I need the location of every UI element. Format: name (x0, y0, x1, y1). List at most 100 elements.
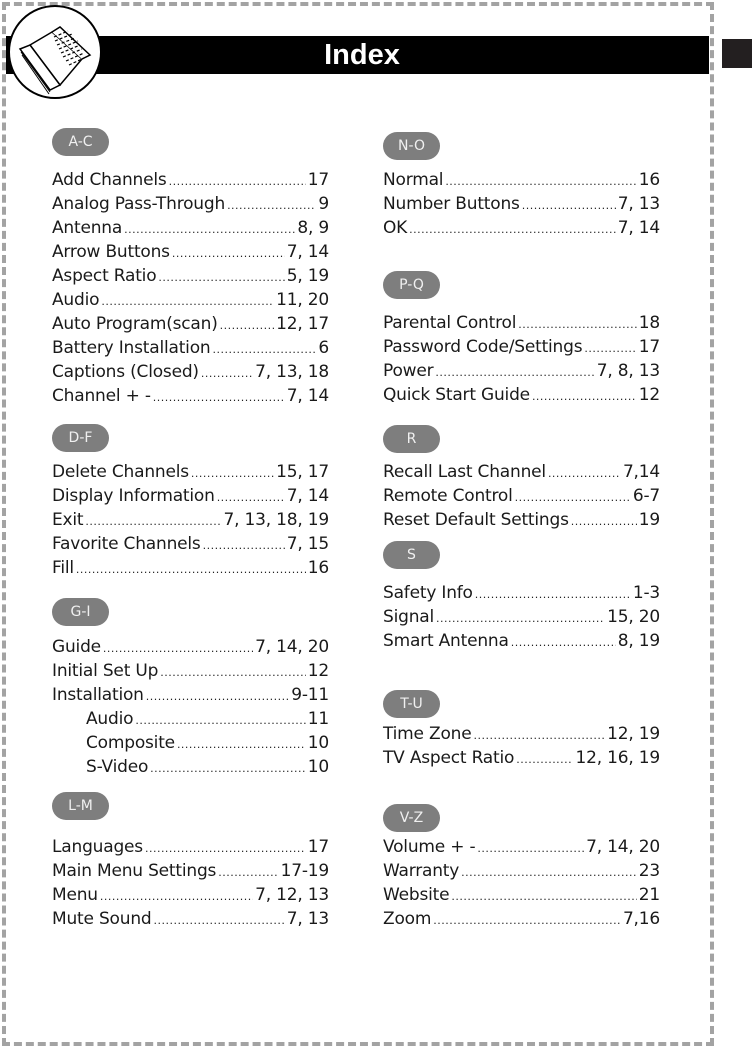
index-entry-list: Safety Info 1-3 Signal 15, 20 Smart Antenna 8… (383, 581, 660, 653)
entry-term: Mute Sound (52, 909, 152, 929)
index-entry: Guide 7, 14, 20 (52, 635, 329, 659)
section-letter-badge: T-U (383, 690, 440, 718)
dot-leader (169, 170, 306, 194)
entry-term: Main Menu Settings (52, 861, 217, 881)
entry-page-numbers: 7, 14, 20 (586, 837, 660, 857)
entry-page-numbers: 7, 14, 20 (255, 637, 329, 657)
dot-leader (212, 338, 316, 362)
dot-leader (100, 885, 253, 909)
index-entry: TV Aspect Ratio 12, 16, 19 (383, 746, 660, 770)
index-entry: Arrow Buttons 7, 14 (52, 240, 329, 264)
index-entry: Favorite Channels 7, 15 (52, 532, 329, 556)
entry-term: Power (383, 361, 434, 381)
index-section-t-u: T-U Time Zone 12, 19 TV Aspect Ratio 12, 16,… (383, 690, 660, 770)
index-entry: Mute Sound 7, 13 (52, 907, 329, 931)
entry-page-numbers: 6 (318, 338, 329, 358)
entry-page-numbers: 11 (307, 709, 329, 729)
entry-page-numbers: 17 (638, 337, 660, 357)
section-letter-badge: A-C (52, 128, 109, 156)
index-entry-list: Add Channels17Analog Pass-Through9Antenn… (52, 168, 329, 408)
index-section-r: R Recall Last Channel 7,14 Remote Control 6-… (383, 425, 660, 532)
dot-leader (516, 748, 573, 772)
dot-leader (145, 837, 306, 861)
entry-term: Smart Antenna (383, 631, 509, 651)
page-title-text: Index (324, 39, 400, 71)
entry-term: Aspect Ratio (52, 266, 157, 286)
entry-page-numbers: 21 (638, 885, 660, 905)
entry-term: S-Video (86, 757, 149, 777)
entry-term: Fill (52, 558, 74, 578)
index-entry: Delete Channels 15, 17 (52, 460, 329, 484)
entry-page-numbers: 7, 14 (617, 218, 660, 238)
entry-page-numbers: 7, 8, 13 (596, 361, 660, 381)
entry-term: Initial Set Up (52, 661, 159, 681)
entry-page-numbers: 7, 13 (617, 194, 660, 214)
index-entry: Recall Last Channel 7,14 (383, 460, 660, 484)
index-section-a-c: A-C Add Channels17Analog Pass-Through9Ant… (52, 128, 329, 408)
entry-term: Add Channels (52, 170, 167, 190)
index-entry: Display Information 7, 14 (52, 484, 329, 508)
index-entry: Smart Antenna 8, 19 (383, 629, 660, 653)
index-entry: Battery Installation 6 (52, 336, 329, 360)
entry-page-numbers: 8, 9 (297, 218, 329, 238)
entry-term: TV Aspect Ratio (383, 748, 515, 768)
dot-leader (158, 266, 284, 290)
index-entry-list: Languages 17 Main Menu Settings 17-19 Menu 7,… (52, 835, 329, 931)
index-entry: Warranty 23 (383, 859, 660, 883)
dot-leader (409, 218, 616, 242)
dot-leader (511, 631, 616, 655)
index-entry-list: Parental Control18Password Code/Settings… (383, 311, 660, 407)
index-entry-list: Volume + -7, 14, 20Warranty23Website21Zo… (383, 835, 660, 931)
entry-page-numbers: 7, 14 (286, 386, 329, 406)
dot-leader (76, 558, 306, 582)
entry-page-numbers: 11, 20 (276, 290, 329, 310)
index-entry-list: Guide7, 14, 20Initial Set Up12Installati… (52, 635, 329, 779)
entry-page-numbers: 7, 15 (286, 534, 329, 554)
section-letter-badge: L-M (52, 792, 109, 820)
entry-term: Time Zone (383, 724, 472, 744)
index-entry: Channel + - 7, 14 (52, 384, 329, 408)
entry-term: Analog Pass-Through (52, 194, 226, 214)
entry-page-numbers: 15, 17 (276, 462, 329, 482)
entry-term: Display Information (52, 486, 215, 506)
entry-page-numbers: 7,14 (622, 462, 660, 482)
index-section-p-q: P-Q Parental Control18Password Code/Setti… (383, 271, 660, 407)
dot-leader (177, 733, 306, 757)
entry-term: Captions (Closed) (52, 362, 199, 382)
entry-term: Audio (86, 709, 134, 729)
dot-leader (571, 510, 637, 534)
index-section-g-i: G-IGuide7, 14, 20Initial Set Up12Install… (52, 598, 329, 779)
entry-page-numbers: 8, 19 (617, 631, 660, 651)
entry-term: Delete Channels (52, 462, 189, 482)
index-entry: Main Menu Settings 17-19 (52, 859, 329, 883)
index-entry: Password Code/Settings 17 (383, 335, 660, 359)
index-entry: Composite 10 (52, 731, 329, 755)
index-entry: Initial Set Up 12 (52, 659, 329, 683)
index-entry: Add Channels 17 (52, 168, 329, 192)
dot-leader (522, 194, 616, 218)
entry-page-numbers: 10 (307, 733, 329, 753)
section-letter-badge: D-F (52, 424, 109, 452)
index-entry: Audio 11 (52, 707, 329, 731)
section-letter-badge: P-Q (383, 271, 440, 299)
dot-leader (103, 637, 253, 661)
index-entry: Quick Start Guide 12 (383, 383, 660, 407)
index-entry: Volume + - 7, 14, 20 (383, 835, 660, 859)
index-entry: Auto Program(scan) 12, 17 (52, 312, 329, 336)
entry-term: Battery Installation (52, 338, 211, 358)
entry-term: Auto Program(scan) (52, 314, 218, 334)
entry-page-numbers: 7, 14 (286, 486, 329, 506)
entry-page-numbers: 5, 19 (286, 266, 329, 286)
index-entry: Installation 9-11 (52, 683, 329, 707)
entry-page-numbers: 12, 16, 19 (575, 748, 660, 768)
dot-leader (217, 486, 285, 510)
entry-term: Quick Start Guide (383, 385, 530, 405)
entry-term: Reset Default Settings (383, 510, 569, 530)
index-entry: Aspect Ratio 5, 19 (52, 264, 329, 288)
dot-leader (436, 607, 605, 631)
entry-term: Warranty (383, 861, 460, 881)
entry-page-numbers: 7, 13, 18 (255, 362, 329, 382)
index-entry: Time Zone 12, 19 (383, 722, 660, 746)
index-section-n-o: N-O Normal 16 Number Buttons 7, 13 OK 7, 14 (383, 132, 660, 240)
page-title: Index (0, 36, 752, 74)
